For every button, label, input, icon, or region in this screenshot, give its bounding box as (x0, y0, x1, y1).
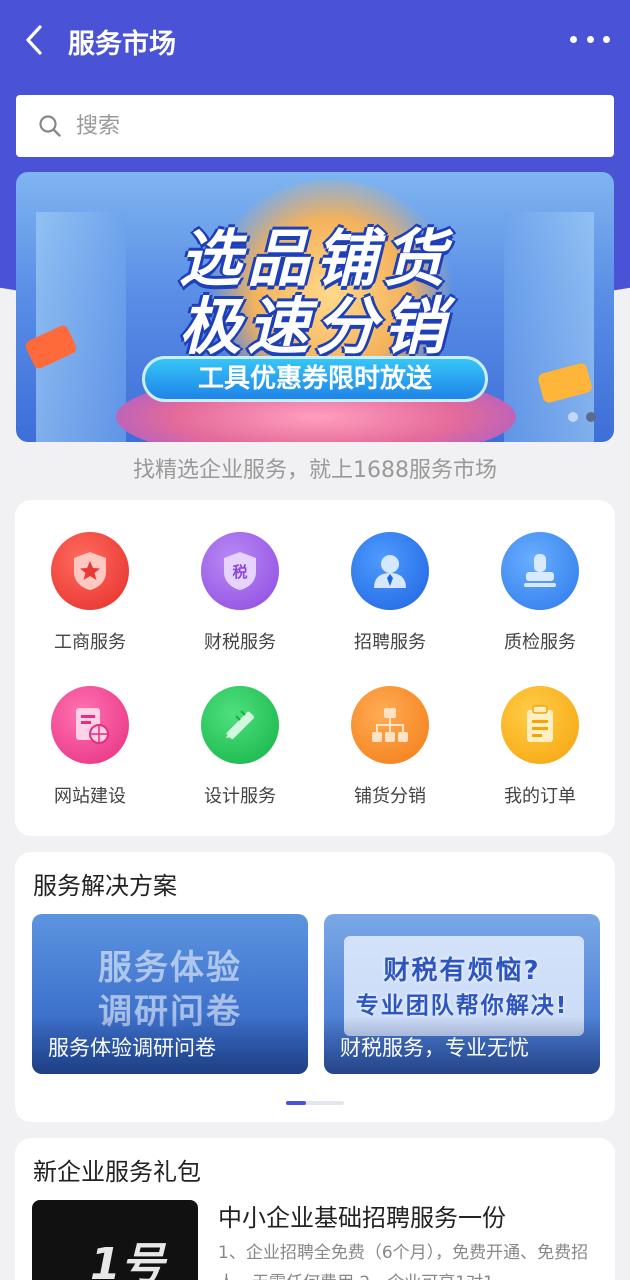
more-options-icon[interactable] (570, 32, 610, 46)
solution-item-survey[interactable]: 服务体验 调研问卷 服务体验调研问卷 (32, 914, 308, 1074)
service-label: 工商服务 (54, 632, 126, 653)
solutions-title: 服务解决方案 (33, 872, 177, 900)
search-icon (39, 115, 61, 137)
services-card: 工商服务 税 财税服务 招聘服务 质检服务 网站建设 设计服务 铺货分销 我的订… (15, 500, 615, 836)
service-item-orders[interactable]: 我的订单 (465, 686, 615, 808)
service-label: 网站建设 (54, 786, 126, 807)
service-label: 铺货分销 (354, 786, 426, 807)
service-item-tax[interactable]: 税 财税服务 (165, 532, 315, 654)
service-item-design[interactable]: 设计服务 (165, 686, 315, 808)
stamp-icon (501, 532, 579, 610)
web-doc-icon (51, 686, 129, 764)
shield-star-icon (51, 532, 129, 610)
slogan-text: 找精选企业服务，就上1688服务市场 (133, 458, 497, 483)
gift-thumbnail-text: 1号 (90, 1239, 165, 1280)
page-title: 服务市场 (68, 29, 176, 60)
org-chart-icon (351, 686, 429, 764)
solution-item-tax[interactable]: 财税有烦恼? 专业团队帮你解决! 财税服务，专业无忧 (324, 914, 600, 1074)
service-item-quality[interactable]: 质检服务 (465, 532, 615, 654)
carousel-indicator (286, 1101, 344, 1105)
service-label: 质检服务 (504, 632, 576, 653)
search-bar[interactable] (16, 95, 614, 157)
service-item-recruit[interactable]: 招聘服务 (315, 532, 465, 654)
banner-coupon-pill: 工具优惠券限时放送 (142, 356, 488, 402)
service-item-business[interactable]: 工商服务 (15, 532, 165, 654)
service-label: 我的订单 (504, 786, 576, 807)
gift-package-card: 新企业服务礼包 1号 中小企业基础招聘服务一份 1、企业招聘全免费（6个月），免… (15, 1138, 615, 1280)
solution-caption: 财税服务，专业无忧 (324, 1016, 600, 1074)
solution-caption: 服务体验调研问卷 (32, 1016, 308, 1074)
gift-item-name[interactable]: 中小企业基础招聘服务一份 (218, 1198, 506, 1233)
search-input[interactable] (76, 113, 556, 139)
service-label: 财税服务 (204, 632, 276, 653)
service-label: 设计服务 (204, 786, 276, 807)
solution-image-text: 服务体验 (98, 948, 242, 988)
solutions-card: 服务解决方案 服务体验 调研问卷 服务体验调研问卷 财税有烦恼? 专业团队帮你解… (15, 852, 615, 1122)
banner-pagination (568, 412, 596, 422)
service-label: 招聘服务 (354, 632, 426, 653)
solution-image-text: 专业团队帮你解决! (355, 993, 569, 1019)
svg-text:税: 税 (232, 563, 247, 581)
back-arrow-icon[interactable] (20, 24, 50, 56)
pencil-ruler-icon (201, 686, 279, 764)
promo-banner[interactable]: 选品铺货 极速分销 工具优惠券限时放送 (16, 172, 614, 442)
gift-thumbnail[interactable]: 1号 (32, 1200, 198, 1280)
service-item-website[interactable]: 网站建设 (15, 686, 165, 808)
person-icon (351, 532, 429, 610)
tax-shield-icon: 税 (201, 532, 279, 610)
solution-image-text: 财税有烦恼? (383, 956, 541, 986)
banner-headline-2: 极速分销 (178, 290, 451, 363)
gift-title: 新企业服务礼包 (33, 1158, 201, 1186)
order-doc-icon (501, 686, 579, 764)
navigation-bar: 服务市场 (0, 0, 630, 84)
gift-item-description: 1、企业招聘全免费（6个月），免费开通、免费招人，无需任何费用 2、企业可享1对… (218, 1243, 589, 1280)
service-item-distribution[interactable]: 铺货分销 (315, 686, 465, 808)
